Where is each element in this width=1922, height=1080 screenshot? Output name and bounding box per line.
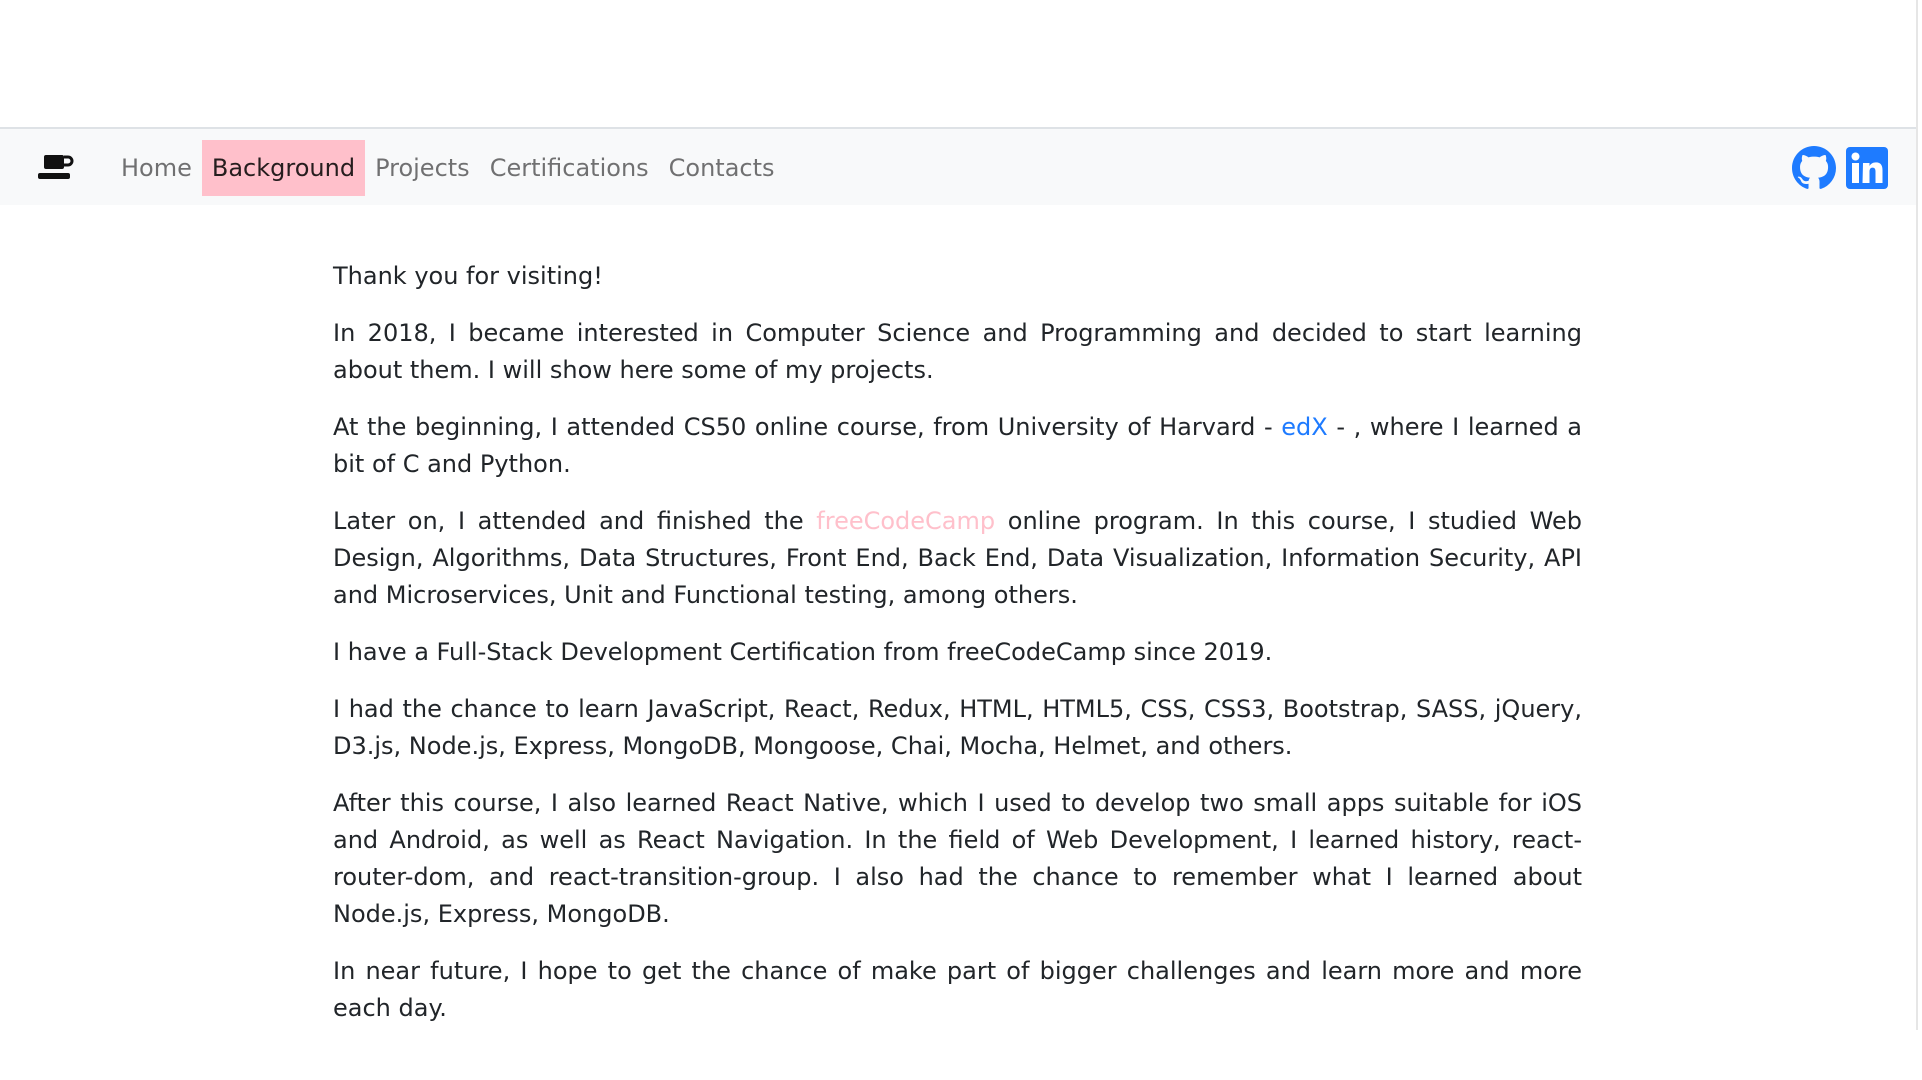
github-link[interactable] [1792,146,1836,190]
nav-item-certifications[interactable]: Certifications [480,140,659,196]
paragraph-fcc-text-1: Later on, I attended and finished the [333,507,817,535]
paragraph-react-native: After this course, I also learned React … [333,789,1582,928]
paragraph-thanks: Thank you for visiting! [333,262,603,290]
paragraph-technologies: I had the chance to learn JavaScript, Re… [333,695,1582,760]
brand-logo[interactable] [38,153,74,183]
nav-item-projects[interactable]: Projects [365,140,480,196]
nav-item-home[interactable]: Home [111,140,202,196]
paragraph-cs50: At the beginning, I attended CS50 online… [333,409,1582,483]
paragraph-future: In near future, I hope to get the chance… [333,957,1582,1022]
navbar: Home Background Projects Certifications … [0,127,1916,205]
github-icon [1792,146,1836,189]
coffee-cup-icon [38,155,74,179]
paragraph-certification: I have a Full-Stack Development Certific… [333,638,1273,666]
paragraph-freecodecamp: Later on, I attended and finished the fr… [333,503,1582,614]
linkedin-icon [1846,147,1888,189]
linkedin-link[interactable] [1846,147,1888,189]
nav-item-background[interactable]: Background [201,140,366,196]
social-links [1792,146,1888,190]
freecodecamp-link[interactable]: freeCodeCamp [816,507,995,535]
paragraph-cs50-text-1: At the beginning, I attended CS50 online… [333,413,1282,441]
page: Home Background Projects Certifications … [0,0,1922,1080]
background-content: Thank you for visiting! In 2018, I becam… [333,258,1582,1047]
paragraph-intro: In 2018, I became interested in Computer… [333,319,1582,384]
nav-menu: Home Background Projects Certifications … [111,140,785,196]
edx-link[interactable]: edX [1281,413,1327,441]
nav-item-contacts[interactable]: Contacts [659,140,785,196]
scrollbar-track[interactable] [1916,0,1918,1030]
